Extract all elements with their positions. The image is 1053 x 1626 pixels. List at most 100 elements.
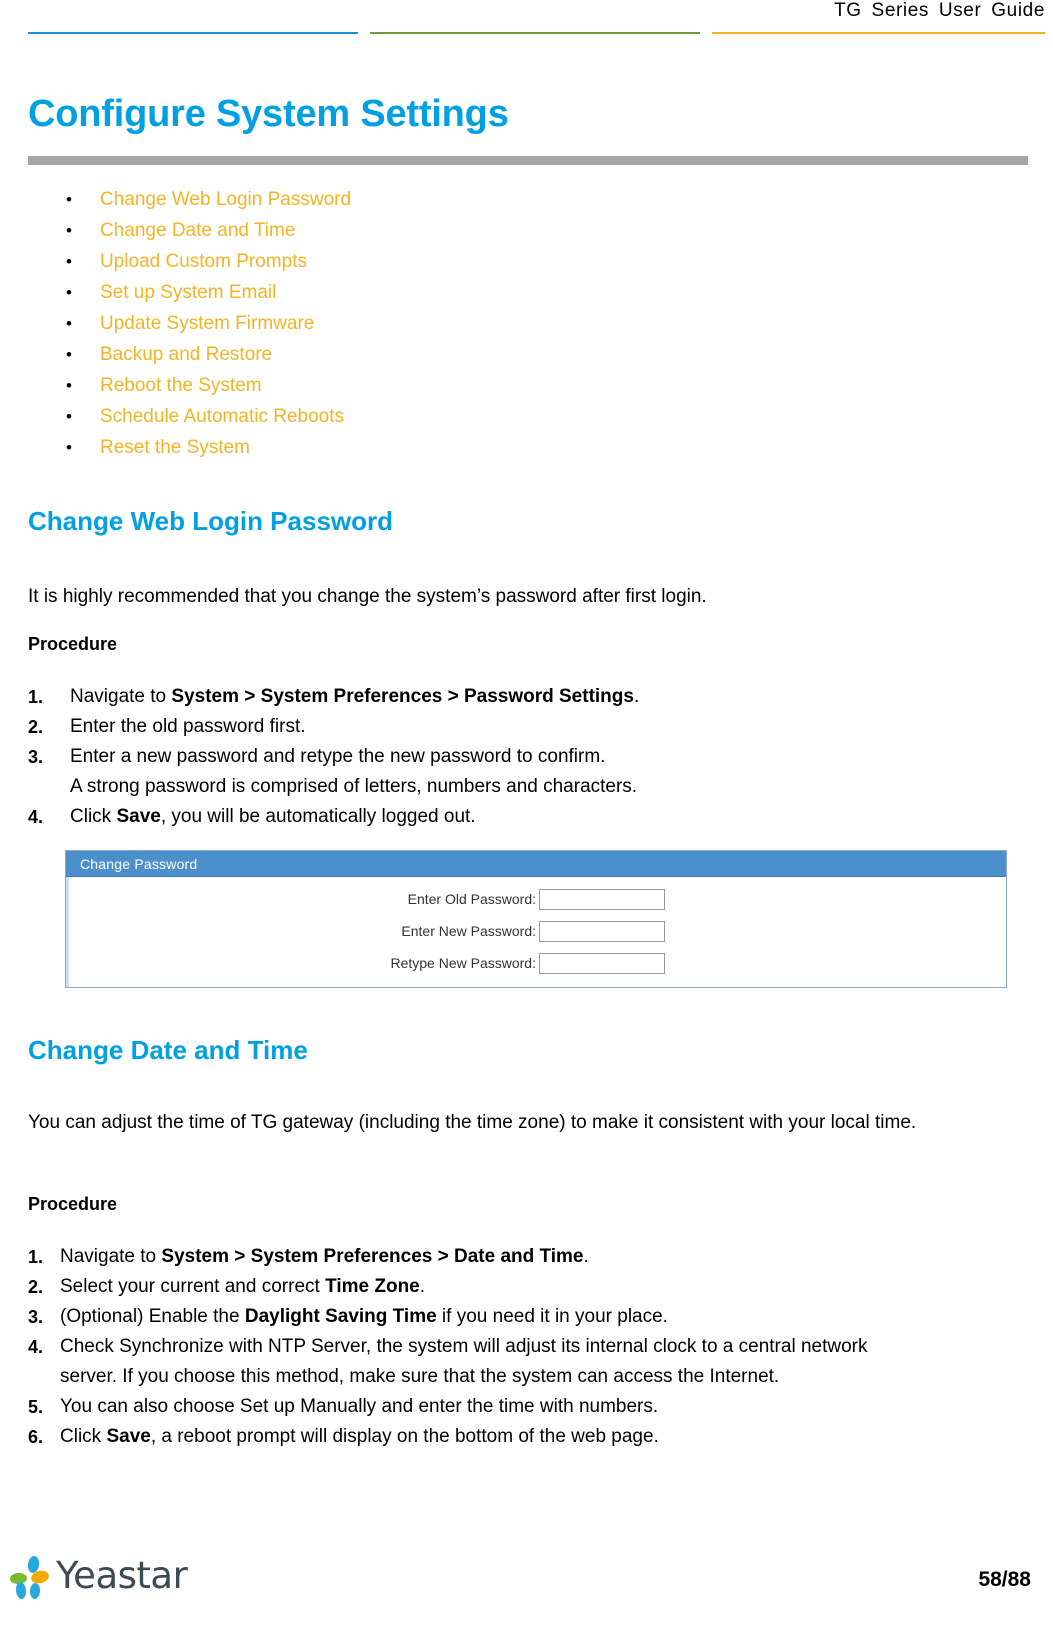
step-number: 1. [28, 1247, 44, 1267]
step-text: Enter the old password first. [70, 716, 306, 737]
toc-label: Reset the System [100, 437, 250, 458]
procedure-label-password: Procedure [28, 634, 118, 654]
toc-label: Change Date and Time [100, 220, 296, 241]
procedure-step: 6. Click Save, a reboot prompt will disp… [28, 1422, 1038, 1452]
procedure-step: 2. Select your current and correct Time … [28, 1272, 1038, 1302]
page-number: 58/88 [978, 1568, 1031, 1591]
section-datetime-intro: You can adjust the time of TG gateway (i… [28, 1108, 1028, 1138]
procedure-step: 5. You can also choose Set up Manually a… [28, 1392, 1038, 1422]
screenshot-change-password-panel: Change Password Enter Old Password: Ente… [65, 850, 1007, 988]
step-number: 2. [28, 1277, 44, 1297]
procedure-step: 3. (Optional) Enable the Daylight Saving… [28, 1302, 1038, 1332]
petal-bottom-right-blue [29, 1582, 41, 1600]
procedure-list-datetime: 1. Navigate to System > System Preferenc… [28, 1242, 1038, 1452]
field-row-new-password: Enter New Password: [69, 919, 1006, 943]
retype-password-label: Retype New Password: [390, 955, 536, 971]
step-continuation: A strong password is comprised of letter… [70, 776, 638, 797]
bullet-icon: • [66, 407, 72, 426]
procedure-step: 3. Enter a new password and retype the n… [28, 742, 1008, 802]
procedure-step: 1. Navigate to System > System Preferenc… [28, 1242, 1038, 1272]
procedure-label-datetime: Procedure [28, 1194, 118, 1214]
step-text: Navigate to System > System Preferences … [60, 1246, 589, 1267]
bullet-icon: • [66, 438, 72, 457]
header-rule-orange [712, 32, 1045, 34]
old-password-input[interactable] [539, 888, 665, 910]
bullet-icon: • [66, 252, 72, 271]
header-rule-gap-2 [700, 32, 712, 34]
page-title: Configure System Settings [28, 93, 509, 135]
yeastar-logo: Yeastar [8, 1553, 188, 1600]
bullet-icon: • [66, 376, 72, 395]
bullet-icon: • [66, 283, 72, 302]
bullet-icon: • [66, 221, 72, 240]
toc-link-reboot-the-system[interactable]: • Reboot the System [28, 370, 828, 401]
toc-link-set-up-system-email[interactable]: • Set up System Email [28, 277, 828, 308]
procedure-step: 4. Click Save, you will be automatically… [28, 802, 1008, 832]
step-continuation: server. If you choose this method, make … [60, 1366, 780, 1387]
old-password-label: Enter Old Password: [407, 891, 536, 907]
step-number: 1. [28, 687, 44, 707]
section-datetime-intro-line1: You can adjust the time of TG gateway (i… [28, 1112, 870, 1133]
bullet-icon: • [66, 345, 72, 364]
procedure-step: 1. Navigate to System > System Preferenc… [28, 682, 1008, 712]
page-footer: Yeastar 58/88 [0, 1516, 1053, 1626]
step-number: 2. [28, 717, 44, 737]
toc-label: Set up System Email [100, 282, 277, 303]
toc-link-backup-and-restore[interactable]: • Backup and Restore [28, 339, 828, 370]
page-header: TG Series User Guide [0, 0, 1053, 46]
header-rule-blue [28, 32, 358, 34]
step-text: Select your current and correct Time Zon… [60, 1276, 426, 1297]
toc-label: Upload Custom Prompts [100, 251, 307, 272]
panel-body: Enter Old Password: Enter New Password: … [66, 877, 1006, 987]
step-text: Enter a new password and retype the new … [70, 746, 606, 767]
step-number: 6. [28, 1427, 44, 1447]
toc-link-change-date-and-time[interactable]: • Change Date and Time [28, 215, 828, 246]
toc-label: Backup and Restore [100, 344, 273, 365]
section-heading-change-web-login-password: Change Web Login Password [28, 506, 394, 536]
header-rule-green [370, 32, 700, 34]
step-text: Check Synchronize with NTP Server, the s… [60, 1336, 868, 1357]
section-password-intro: It is highly recommended that you change… [28, 586, 707, 607]
toc-label: Reboot the System [100, 375, 262, 396]
step-number: 3. [28, 747, 44, 767]
header-rule-gap-1 [358, 32, 370, 34]
panel-titlebar: Change Password [66, 851, 1006, 877]
step-text: Click Save, a reboot prompt will display… [60, 1426, 659, 1447]
field-row-retype-password: Retype New Password: [69, 951, 1006, 975]
bullet-icon: • [66, 314, 72, 333]
field-row-old-password: Enter Old Password: [69, 887, 1006, 911]
step-text: Navigate to System > System Preferences … [70, 686, 640, 707]
document-page: TG Series User Guide Configure System Se… [0, 0, 1053, 1626]
step-number: 4. [28, 807, 44, 827]
new-password-label: Enter New Password: [401, 923, 536, 939]
toc-link-update-system-firmware[interactable]: • Update System Firmware [28, 308, 828, 339]
step-number: 5. [28, 1397, 44, 1417]
toc-label: Change Web Login Password [100, 189, 352, 210]
yeastar-pinwheel-icon [8, 1554, 52, 1600]
procedure-list-password: 1. Navigate to System > System Preferenc… [28, 682, 1008, 832]
toc-link-upload-custom-prompts[interactable]: • Upload Custom Prompts [28, 246, 828, 277]
toc-link-schedule-automatic-reboots[interactable]: • Schedule Automatic Reboots [28, 401, 828, 432]
section-datetime-intro-line2: time. [875, 1112, 917, 1133]
header-rule-group [28, 31, 1045, 34]
petal-bottom-left-blue [15, 1581, 27, 1600]
step-text: Click Save, you will be automatically lo… [70, 806, 476, 827]
logo-wordmark: Yeastar [56, 1553, 188, 1597]
page-title-underbar [28, 156, 1028, 165]
bullet-icon: • [66, 190, 72, 209]
step-text: You can also choose Set up Manually and … [60, 1396, 659, 1417]
panel-title: Change Password [80, 855, 198, 872]
toc-link-reset-the-system[interactable]: • Reset the System [28, 432, 828, 463]
procedure-step: 2. Enter the old password first. [28, 712, 1008, 742]
new-password-input[interactable] [539, 920, 665, 942]
step-text: (Optional) Enable the Daylight Saving Ti… [60, 1306, 668, 1327]
section-heading-change-date-and-time: Change Date and Time [28, 1035, 308, 1065]
toc-link-change-web-login-password[interactable]: • Change Web Login Password [28, 184, 828, 215]
toc-label: Update System Firmware [100, 313, 315, 334]
step-number: 3. [28, 1307, 44, 1327]
table-of-contents: • Change Web Login Password • Change Dat… [28, 184, 828, 463]
toc-label: Schedule Automatic Reboots [100, 406, 344, 427]
header-title: TG Series User Guide [834, 0, 1045, 21]
procedure-step: 4. Check Synchronize with NTP Server, th… [28, 1332, 1038, 1392]
retype-password-input[interactable] [539, 952, 665, 974]
